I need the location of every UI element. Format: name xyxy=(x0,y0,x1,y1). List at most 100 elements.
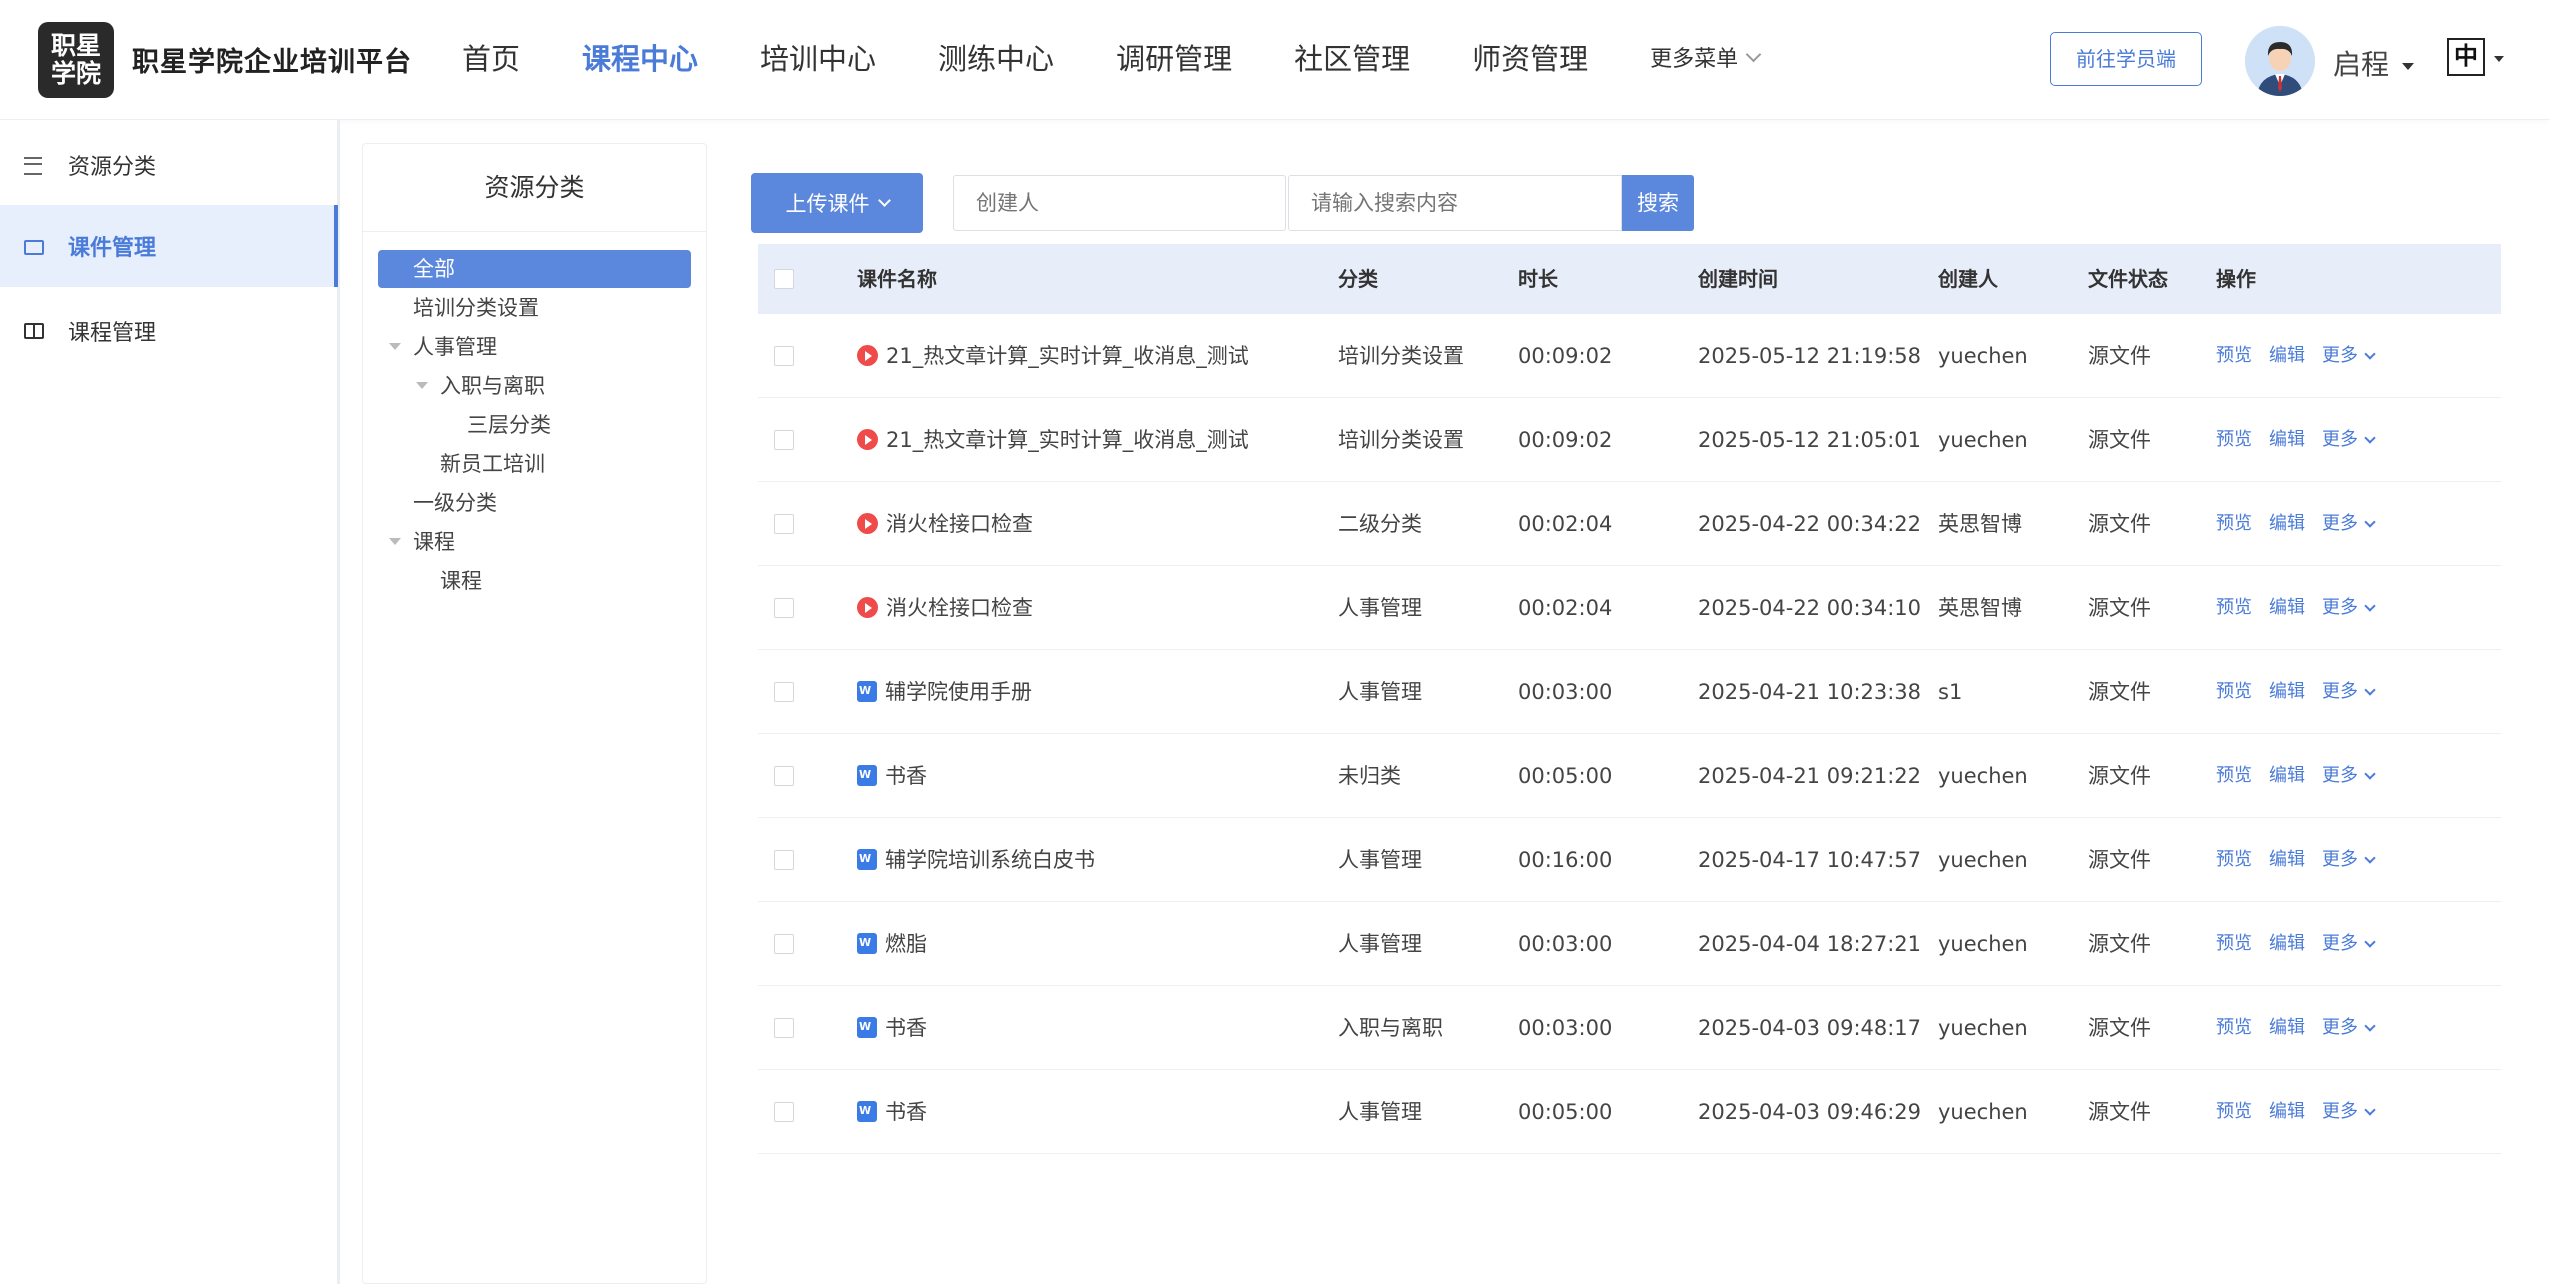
table-row: 燃脂 人事管理 00:03:00 2025-04-04 18:27:21 yuechen… xyxy=(758,902,2501,986)
nav-home[interactable]: 首页 xyxy=(462,36,520,78)
nav-community-management[interactable]: 社区管理 xyxy=(1294,36,1410,78)
preview-link[interactable]: 预览 xyxy=(2216,566,2252,650)
tree-node[interactable]: 课程 xyxy=(413,523,455,561)
more-dropdown[interactable]: 更多 xyxy=(2322,818,2376,902)
preview-link[interactable]: 预览 xyxy=(2216,902,2252,986)
edit-link[interactable]: 编辑 xyxy=(2269,314,2305,398)
sidebar-item-courseware-management[interactable]: 课件管理 xyxy=(0,205,338,287)
edit-link[interactable]: 编辑 xyxy=(2269,566,2305,650)
preview-link[interactable]: 预览 xyxy=(2216,398,2252,482)
duration-cell: 00:09:02 xyxy=(1518,428,1613,452)
creator-input[interactable] xyxy=(953,175,1286,231)
upload-courseware-button[interactable]: 上传课件 xyxy=(751,173,923,233)
caret-down-icon[interactable] xyxy=(2402,63,2414,70)
courseware-name-cell[interactable]: 辅学院培训系统白皮书 xyxy=(857,818,1095,902)
preview-link[interactable]: 预览 xyxy=(2216,650,2252,734)
more-dropdown[interactable]: 更多 xyxy=(2322,734,2376,818)
courseware-name-cell[interactable]: 书香 xyxy=(857,1070,927,1154)
app-logo[interactable]: 职星 学院 xyxy=(38,22,114,98)
more-dropdown[interactable]: 更多 xyxy=(2322,902,2376,986)
row-checkbox[interactable] xyxy=(774,1102,794,1122)
created-time-cell: 2025-05-12 21:05:01 xyxy=(1698,428,1922,452)
caret-down-icon[interactable] xyxy=(389,538,401,545)
caret-down-icon[interactable] xyxy=(416,382,428,389)
preview-link[interactable]: 预览 xyxy=(2216,818,2252,902)
search-input[interactable] xyxy=(1288,175,1622,231)
preview-link[interactable]: 预览 xyxy=(2216,314,2252,398)
row-operations: 预览 编辑 更多 xyxy=(2216,902,2376,986)
row-checkbox[interactable] xyxy=(774,514,794,534)
preview-link[interactable]: 预览 xyxy=(2216,1070,2252,1154)
more-dropdown[interactable]: 更多 xyxy=(2322,1070,2376,1154)
tree-node[interactable]: 一级分类 xyxy=(413,484,497,522)
edit-link[interactable]: 编辑 xyxy=(2269,1070,2305,1154)
edit-link[interactable]: 编辑 xyxy=(2269,902,2305,986)
edit-link[interactable]: 编辑 xyxy=(2269,818,2305,902)
tree-node[interactable]: 入职与离职 xyxy=(440,367,545,405)
more-dropdown[interactable]: 更多 xyxy=(2322,482,2376,566)
courseware-name-cell[interactable]: 21_热文章计算_实时计算_收消息_测试 xyxy=(857,398,1249,482)
select-all-checkbox[interactable] xyxy=(774,269,794,289)
file-status-cell: 源文件 xyxy=(2088,848,2151,872)
preview-link[interactable]: 预览 xyxy=(2216,986,2252,1070)
nav-practice-center[interactable]: 测练中心 xyxy=(938,36,1054,78)
edit-link[interactable]: 编辑 xyxy=(2269,398,2305,482)
edit-link[interactable]: 编辑 xyxy=(2269,986,2305,1070)
row-checkbox[interactable] xyxy=(774,682,794,702)
sidebar-item-resource-category[interactable]: 资源分类 xyxy=(0,124,338,206)
row-operations: 预览 编辑 更多 xyxy=(2216,818,2376,902)
tree-node-all[interactable]: 全部 xyxy=(378,250,691,288)
caret-down-icon[interactable] xyxy=(2494,56,2504,62)
courseware-name-cell[interactable]: 消火栓接口检查 xyxy=(857,482,1033,566)
row-checkbox[interactable] xyxy=(774,934,794,954)
duration-cell: 00:02:04 xyxy=(1518,512,1613,536)
more-dropdown[interactable]: 更多 xyxy=(2322,314,2376,398)
nav-training-center[interactable]: 培训中心 xyxy=(760,36,876,78)
edit-link[interactable]: 编辑 xyxy=(2269,734,2305,818)
tree-node[interactable]: 培训分类设置 xyxy=(413,289,539,327)
nav-course-center[interactable]: 课程中心 xyxy=(582,36,698,78)
more-dropdown[interactable]: 更多 xyxy=(2322,986,2376,1070)
row-checkbox[interactable] xyxy=(774,850,794,870)
more-dropdown[interactable]: 更多 xyxy=(2322,398,2376,482)
row-checkbox[interactable] xyxy=(774,1018,794,1038)
courseware-name-cell[interactable]: 燃脂 xyxy=(857,902,927,986)
tree-node[interactable]: 新员工培训 xyxy=(440,445,545,483)
col-creator: 创建人 xyxy=(1938,267,1998,291)
tree-node[interactable]: 人事管理 xyxy=(413,328,497,366)
courseware-name-cell[interactable]: 书香 xyxy=(857,986,927,1070)
row-checkbox[interactable] xyxy=(774,346,794,366)
category-cell: 人事管理 xyxy=(1338,596,1422,620)
more-dropdown[interactable]: 更多 xyxy=(2322,650,2376,734)
courseware-name-cell[interactable]: 书香 xyxy=(857,734,927,818)
search-button[interactable]: 搜索 xyxy=(1622,175,1694,231)
nav-teacher-management[interactable]: 师资管理 xyxy=(1472,36,1588,78)
tree-node[interactable]: 课程 xyxy=(440,562,482,600)
avatar[interactable] xyxy=(2245,26,2315,96)
caret-down-icon[interactable] xyxy=(389,343,401,350)
tree-node[interactable]: 三层分类 xyxy=(467,406,551,444)
more-dropdown[interactable]: 更多 xyxy=(2322,566,2376,650)
edit-link[interactable]: 编辑 xyxy=(2269,482,2305,566)
courseware-name-cell[interactable]: 辅学院使用手册 xyxy=(857,650,1032,734)
row-checkbox[interactable] xyxy=(774,430,794,450)
go-student-button[interactable]: 前往学员端 xyxy=(2050,32,2202,86)
creator-cell: 英思智博 xyxy=(1938,512,2022,536)
edit-link[interactable]: 编辑 xyxy=(2269,650,2305,734)
courseware-name-cell[interactable]: 消火栓接口检查 xyxy=(857,566,1033,650)
creator-cell: yuechen xyxy=(1938,1016,2028,1040)
more-menu[interactable]: 更多菜单 xyxy=(1650,41,1762,73)
preview-link[interactable]: 预览 xyxy=(2216,482,2252,566)
username[interactable]: 启程 xyxy=(2333,43,2389,83)
file-status-cell: 源文件 xyxy=(2088,764,2151,788)
table-row: 辅学院培训系统白皮书 人事管理 00:16:00 2025-04-17 10:47:5… xyxy=(758,818,2501,902)
row-checkbox[interactable] xyxy=(774,766,794,786)
more-label: 更多 xyxy=(2322,681,2358,702)
row-checkbox[interactable] xyxy=(774,598,794,618)
nav-survey-management[interactable]: 调研管理 xyxy=(1116,36,1232,78)
sidebar-item-course-management[interactable]: 课程管理 xyxy=(0,290,338,372)
duration-cell: 00:05:00 xyxy=(1518,764,1613,788)
preview-link[interactable]: 预览 xyxy=(2216,734,2252,818)
courseware-name-cell[interactable]: 21_热文章计算_实时计算_收消息_测试 xyxy=(857,314,1249,398)
language-switch[interactable]: 中 xyxy=(2447,38,2485,76)
